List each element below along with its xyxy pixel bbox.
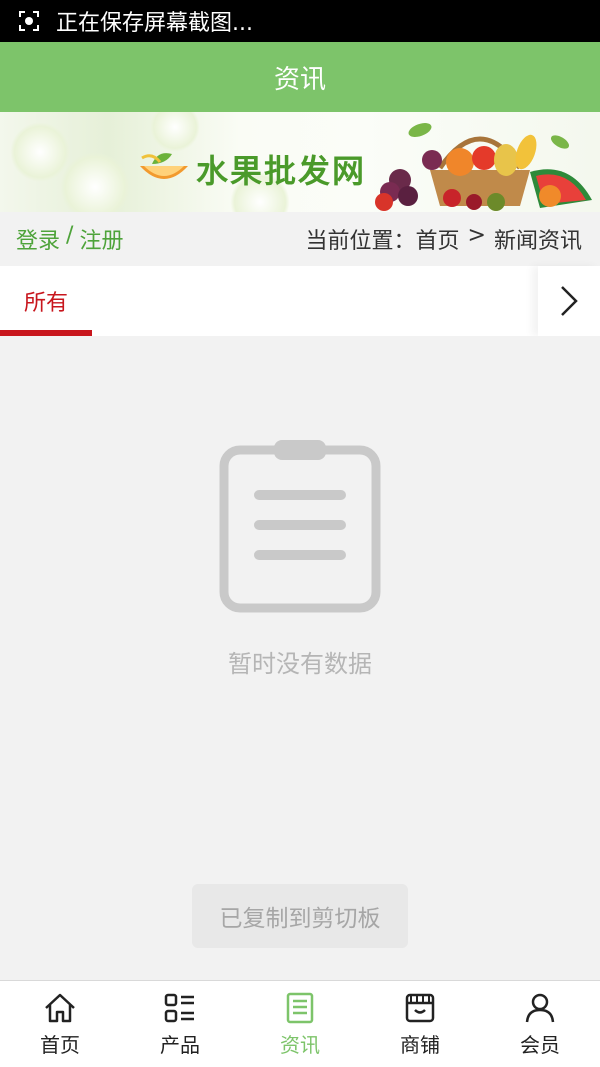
nav-shop-label: 商铺 bbox=[400, 1032, 440, 1057]
news-icon bbox=[286, 992, 314, 1023]
tab-all-label: 所有 bbox=[23, 291, 68, 316]
nav-products[interactable]: 产品 bbox=[120, 981, 240, 1067]
nav-member[interactable]: 会员 bbox=[480, 981, 600, 1067]
breadcrumb-arrow: > bbox=[467, 223, 486, 248]
logo-icon bbox=[140, 153, 188, 179]
nav-products-label: 产品 bbox=[160, 1032, 200, 1057]
toast-text: 已复制到剪切板 bbox=[219, 906, 381, 932]
home-icon bbox=[45, 993, 75, 1022]
empty-message: 暂时没有数据 bbox=[228, 650, 372, 678]
status-bar: 正在保存屏幕截图... bbox=[0, 0, 600, 42]
flower-decoration bbox=[150, 112, 200, 152]
breadcrumb-current: 新闻资讯 bbox=[493, 229, 582, 254]
bottom-nav: 首页 产品 资讯 商铺 会员 bbox=[0, 980, 600, 1067]
breadcrumb-prefix: 当前位置： bbox=[305, 229, 416, 254]
tab-all[interactable]: 所有 bbox=[0, 266, 92, 336]
nav-news-label: 资讯 bbox=[280, 1032, 320, 1057]
nav-home-label: 首页 bbox=[40, 1032, 80, 1057]
page-title: 资讯 bbox=[273, 64, 326, 95]
user-icon bbox=[525, 993, 555, 1022]
location-bar: 登录 / 注册 当前位置： 首页 > 新闻资讯 bbox=[0, 212, 600, 266]
fruit-basket-image bbox=[375, 123, 592, 211]
breadcrumb-home[interactable]: 首页 bbox=[416, 223, 460, 255]
banner[interactable]: 水果批发网 bbox=[0, 112, 600, 212]
grid-list-icon bbox=[164, 993, 194, 1022]
shop-icon bbox=[405, 993, 435, 1022]
toast: 已复制到剪切板 bbox=[192, 884, 408, 948]
nav-shop[interactable]: 商铺 bbox=[360, 981, 480, 1067]
auth-links: 登录 / 注册 bbox=[16, 223, 123, 255]
login-link[interactable]: 登录 bbox=[16, 223, 60, 255]
flower-decoration bbox=[60, 152, 130, 212]
status-text: 正在保存屏幕截图... bbox=[56, 11, 253, 36]
category-tabs: 所有 bbox=[0, 266, 600, 336]
breadcrumb: 当前位置： 首页 > 新闻资讯 bbox=[306, 223, 582, 255]
auth-separator: / bbox=[66, 223, 74, 248]
nav-member-label: 会员 bbox=[520, 1032, 560, 1057]
register-link[interactable]: 注册 bbox=[79, 223, 123, 255]
brand-name: 水果批发网 bbox=[196, 152, 367, 190]
flower-decoration bbox=[10, 122, 70, 182]
clipboard-icon bbox=[219, 440, 381, 613]
nav-news[interactable]: 资讯 bbox=[240, 981, 360, 1067]
screenshot-icon bbox=[18, 10, 40, 32]
title-bar: 资讯 bbox=[0, 42, 600, 112]
nav-home[interactable]: 首页 bbox=[0, 981, 120, 1067]
chevron-right-icon bbox=[561, 286, 578, 316]
tabs-more-button[interactable] bbox=[538, 266, 600, 336]
